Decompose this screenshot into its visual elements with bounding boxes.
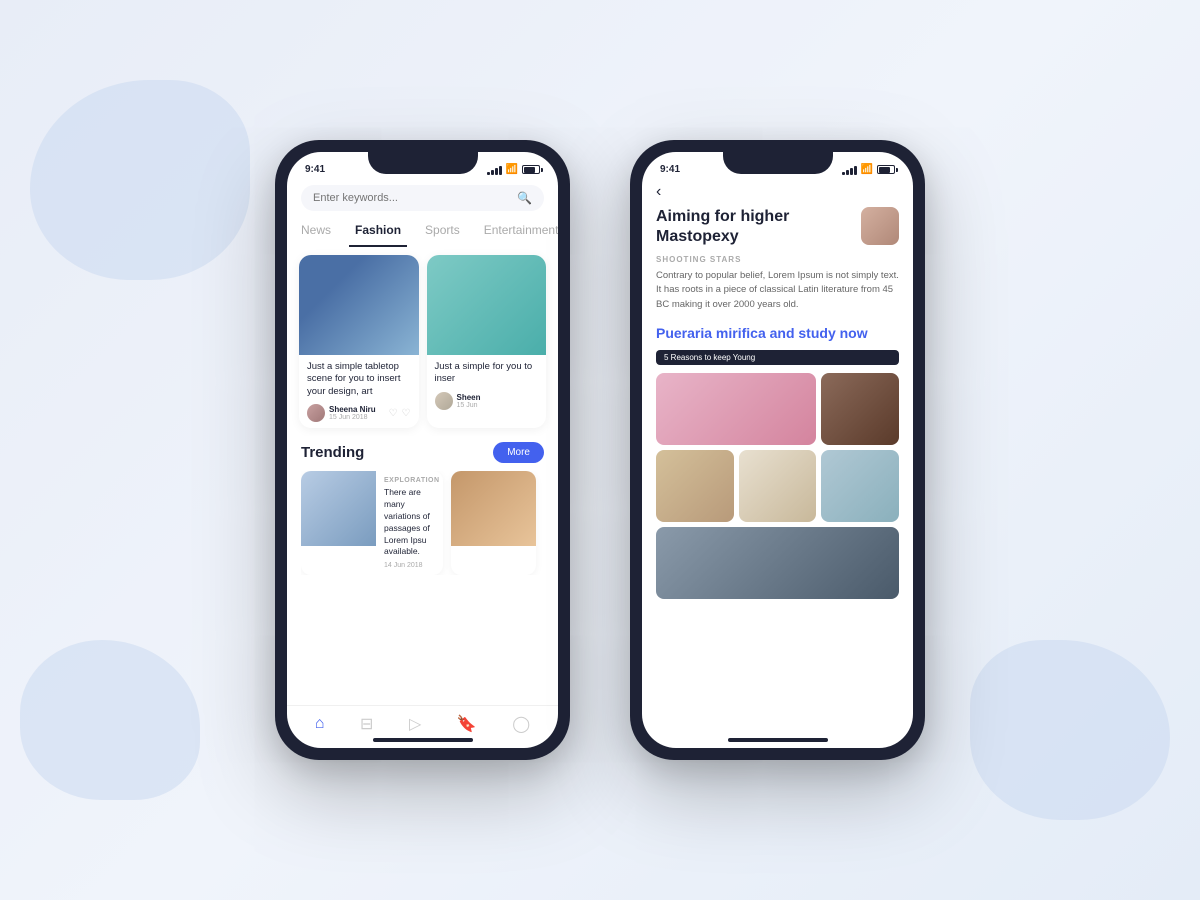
photo-5[interactable]: [821, 450, 899, 522]
photo-3[interactable]: [656, 450, 734, 522]
bg-blob-2: [20, 640, 200, 800]
trending-1-body: EXPLORATION There are many variations of…: [376, 471, 443, 575]
phone-2-time: 9:41: [660, 164, 680, 175]
tab-news[interactable]: News: [295, 219, 337, 247]
photo-6-full[interactable]: [656, 527, 899, 599]
phone-1-content: 🔍 News Fashion Sports Entertainment Just…: [287, 179, 558, 748]
article-2-image: [427, 255, 547, 355]
article-2-avatar: [435, 392, 453, 410]
photo-grid-row2: [656, 450, 899, 522]
trending-1-image: [301, 471, 376, 546]
article-2-body: Just a simple for you to inser Sheen 15 …: [427, 355, 547, 416]
detail-subtitle: SHOOTING STARS: [656, 255, 899, 264]
tab-fashion[interactable]: Fashion: [349, 219, 407, 247]
article-2-date: 15 Jun: [457, 402, 539, 409]
trending-1-text: There are many variations of passages of…: [384, 487, 440, 558]
like-icon[interactable]: ♡: [402, 408, 411, 419]
trending-list: EXPLORATION There are many variations of…: [301, 471, 544, 575]
phone-1: 9:41 📶 🔍 News: [275, 140, 570, 760]
wifi-icon: 📶: [506, 164, 518, 175]
article-1-image: [299, 255, 419, 355]
tag-badge: 5 Reasons to keep Young: [656, 350, 899, 365]
photo-grid-row1: [656, 373, 899, 445]
phone-2-screen: 9:41 📶 ‹ Aiming for higher Mastopexy: [642, 152, 913, 748]
tab-entertainment[interactable]: Entertainment: [478, 219, 558, 247]
trending-item-1[interactable]: EXPLORATION There are many variations of…: [301, 471, 443, 575]
nav-user-icon[interactable]: ◯: [512, 714, 530, 734]
article-2-author: Sheen: [457, 393, 539, 402]
search-icon: 🔍: [517, 191, 532, 205]
phone-2-status-icons: 📶: [842, 164, 895, 175]
detail-avatar: [861, 207, 899, 245]
article-1-body: Just a simple tabletop scene for you to …: [299, 355, 419, 428]
detail-description: Contrary to popular belief, Lorem Ipsum …: [656, 269, 899, 312]
photo-4[interactable]: [739, 450, 817, 522]
phone-1-time: 9:41: [305, 164, 325, 175]
trending-1-category: EXPLORATION: [384, 477, 440, 484]
section-title: Pueraria mirifica and study now: [656, 324, 899, 342]
article-2-author-block: Sheen 15 Jun: [457, 393, 539, 409]
nav-book-icon[interactable]: ⊟: [360, 714, 373, 734]
article-1-title: Just a simple tabletop scene for you to …: [307, 361, 411, 398]
article-1-actions: ♡ ♡: [389, 408, 411, 419]
detail-title: Aiming for higher Mastopexy: [656, 207, 861, 247]
trending-item-2[interactable]: [451, 471, 536, 575]
article-1-date: 15 Jun 2018: [329, 414, 385, 421]
article-1-meta: Sheena Niru 15 Jun 2018 ♡ ♡: [307, 404, 411, 422]
bg-blob-3: [970, 640, 1170, 820]
search-bar[interactable]: 🔍: [301, 185, 544, 211]
phone-2-content: ‹ Aiming for higher Mastopexy SHOOTING S…: [642, 179, 913, 748]
nav-play-icon[interactable]: ▷: [409, 714, 421, 734]
p2-battery-icon: [877, 165, 895, 174]
trending-header: Trending More: [301, 442, 544, 463]
bookmark-icon[interactable]: ♡: [389, 408, 398, 419]
phone-1-screen: 9:41 📶 🔍 News: [287, 152, 558, 748]
back-button[interactable]: ‹: [656, 179, 899, 207]
more-button[interactable]: More: [493, 442, 544, 463]
battery-icon: [522, 165, 540, 174]
phone-1-notch: [368, 152, 478, 174]
article-2-meta: Sheen 15 Jun: [435, 392, 539, 410]
signal-icon: [487, 165, 502, 175]
trending-2-image: [451, 471, 536, 546]
photo-1[interactable]: [656, 373, 816, 445]
phone-1-status-icons: 📶: [487, 164, 540, 175]
p2-signal-icon: [842, 165, 857, 175]
home-indicator: [373, 738, 473, 742]
article-1-avatar: [307, 404, 325, 422]
nav-bookmark-icon[interactable]: 🔖: [457, 714, 477, 734]
article-1-author-block: Sheena Niru 15 Jun 2018: [329, 405, 385, 421]
trending-section: Trending More EXPLORATION There are many…: [287, 436, 558, 579]
photo-2[interactable]: [821, 373, 899, 445]
tab-sports[interactable]: Sports: [419, 219, 466, 247]
phone-2-notch: [723, 152, 833, 174]
p2-home-indicator: [728, 738, 828, 742]
article-card-1[interactable]: Just a simple tabletop scene for you to …: [299, 255, 419, 428]
article-1-author: Sheena Niru: [329, 405, 385, 414]
phone-2: 9:41 📶 ‹ Aiming for higher Mastopexy: [630, 140, 925, 760]
articles-row: Just a simple tabletop scene for you to …: [287, 247, 558, 436]
trending-1-date: 14 Jun 2018: [384, 562, 440, 569]
article-card-2[interactable]: Just a simple for you to inser Sheen 15 …: [427, 255, 547, 428]
search-input[interactable]: [313, 192, 511, 204]
p2-wifi-icon: 📶: [861, 164, 873, 175]
trending-title: Trending: [301, 444, 364, 461]
article-2-title: Just a simple for you to inser: [435, 361, 539, 386]
category-tabs: News Fashion Sports Entertainment: [287, 219, 558, 247]
detail-header: Aiming for higher Mastopexy: [656, 207, 899, 247]
nav-home-icon[interactable]: ⌂: [315, 715, 325, 733]
bg-blob-1: [30, 80, 250, 280]
